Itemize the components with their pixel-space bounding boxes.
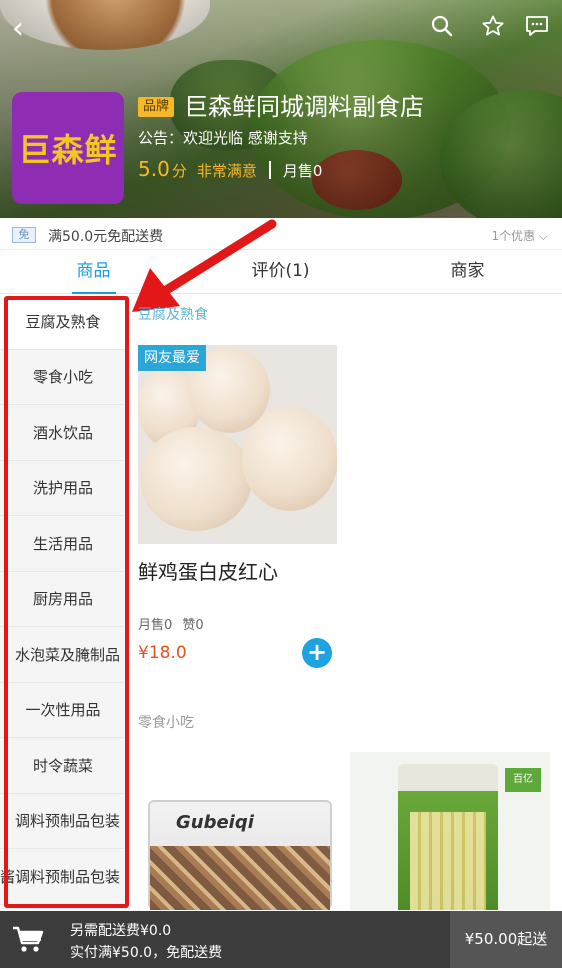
cart-bar: 另需配送费¥0.0 实付满¥50.0，免配送费 ¥50.00起送 [0, 911, 562, 968]
category-item[interactable]: 酱调料预制品包装 [0, 849, 126, 905]
delivery-fee-text: 另需配送费¥0.0 [70, 923, 172, 939]
store-tabs: 商品 评价(1) 商家 [0, 250, 562, 294]
free-delivery-badge: 免 [12, 227, 36, 243]
snack-brand-label: Gubeiqi [176, 812, 254, 833]
promo-row[interactable]: 免 满50.0元免配送费 1个优惠 ⌵ [0, 218, 562, 250]
product-image[interactable]: Gubeiqi [138, 752, 342, 910]
chat-icon[interactable] [524, 14, 550, 45]
satisfaction-label: 非常满意 [196, 162, 257, 180]
shopping-cart-icon[interactable] [12, 925, 48, 955]
store-name: 巨森鲜同城调料副食店 [184, 93, 424, 121]
store-page: ‹ 巨森鲜 品牌 巨森鲜同城调料副食店 公告：欢迎光临 感谢支持 5.0 分 非… [0, 0, 562, 968]
popular-tag: 网友最爱 [138, 345, 206, 371]
product-likes: 赞0 [182, 618, 204, 633]
product-image[interactable] [138, 345, 337, 544]
divider [268, 161, 271, 179]
product-stats: 月售0 赞0 [138, 614, 204, 633]
monthly-sales: 月售0 [282, 162, 323, 180]
product-name[interactable]: 鲜鸡蛋白皮红心 [138, 556, 278, 585]
tab-merchant[interactable]: 商家 [374, 250, 561, 293]
category-item[interactable]: 酒水饮品 [0, 405, 126, 461]
back-icon[interactable]: ‹ [12, 14, 24, 44]
favorite-star-icon[interactable] [481, 14, 505, 45]
category-item[interactable]: 调料预制品包装 [0, 794, 126, 849]
category-item[interactable]: 厨房用品 [0, 572, 126, 627]
section-title: 零食小吃 [138, 715, 194, 731]
search-icon[interactable] [430, 14, 454, 45]
brand-badge: 品牌 [138, 97, 174, 117]
tab-products[interactable]: 商品 [0, 250, 187, 294]
tab-reviews[interactable]: 评价(1) [187, 250, 374, 293]
rating-unit: 分 [171, 162, 187, 180]
category-item[interactable]: 豆腐及熟食 [0, 294, 126, 350]
product-image[interactable]: 百亿 [350, 752, 550, 910]
add-to-cart-button[interactable]: + [302, 638, 332, 668]
category-item[interactable]: 零食小吃 [0, 350, 126, 405]
category-item[interactable]: 水泡菜及腌制品 [0, 627, 126, 683]
store-rating-row: 5.0 分 非常满意 月售0 [138, 157, 322, 181]
free-delivery-threshold: 实付满¥50.0，免配送费 [70, 945, 223, 961]
category-item[interactable]: 洗护用品 [0, 461, 126, 516]
category-item[interactable]: 一次性用品 [0, 683, 126, 738]
product-price: ¥18.0 [138, 643, 187, 663]
store-logo: 巨森鲜 [12, 92, 124, 204]
store-notice: 公告：欢迎光临 感谢支持 [138, 129, 308, 147]
section-title: 豆腐及熟食 [138, 307, 208, 323]
promo-count[interactable]: 1个优惠 ⌵ [491, 227, 548, 244]
category-item[interactable]: 生活用品 [0, 516, 126, 572]
product-sales: 月售0 [138, 618, 173, 633]
rating-score: 5.0 [138, 157, 170, 181]
promo-text: 满50.0元免配送费 [48, 229, 164, 245]
snack-brand-tag: 百亿 [505, 768, 541, 792]
category-item[interactable]: 时令蔬菜 [0, 738, 126, 794]
min-order-button[interactable]: ¥50.00起送 [450, 911, 562, 968]
category-sidebar: 豆腐及熟食 零食小吃 酒水饮品 洗护用品 生活用品 厨房用品 水泡菜及腌制品 一… [0, 294, 126, 910]
